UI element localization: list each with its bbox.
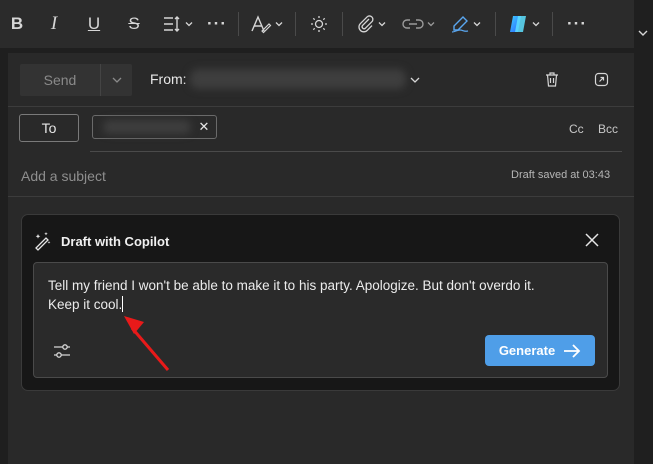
toolbar-divider [342, 12, 343, 36]
italic-button[interactable]: I [34, 8, 74, 40]
prompt-line-1: Tell my friend I won't be able to make i… [48, 278, 535, 293]
send-options-button[interactable] [101, 64, 132, 96]
strikethrough-button[interactable]: S [114, 8, 154, 40]
annotation-arrow-icon [124, 316, 170, 371]
magic-pen-icon [35, 232, 51, 251]
recipient-chip[interactable]: ✕ [92, 115, 217, 139]
from-label: From: [150, 71, 187, 87]
link-icon [402, 19, 424, 29]
remove-recipient-close-icon[interactable]: ✕ [196, 119, 212, 135]
send-button[interactable]: Send [20, 64, 100, 96]
chevron-down-icon [427, 22, 435, 27]
chevron-down-icon [532, 22, 540, 27]
toolbar-divider [495, 12, 496, 36]
styles-button[interactable] [245, 8, 289, 40]
generate-label: Generate [498, 343, 556, 358]
bcc-button[interactable]: Bcc [598, 122, 618, 136]
to-field-underline [90, 151, 622, 152]
subject-input[interactable]: Add a subject [21, 168, 106, 184]
text-style-icon [251, 15, 272, 34]
toolbar-divider [295, 12, 296, 36]
from-chevron-down-icon[interactable] [409, 74, 421, 86]
pop-out-icon[interactable] [594, 72, 609, 87]
cc-button[interactable]: Cc [569, 122, 584, 136]
attach-file-button[interactable] [349, 8, 395, 40]
formatting-toolbar: B I U S ··· ··· [0, 0, 634, 48]
chevron-down-icon [112, 77, 121, 83]
underline-button[interactable]: U [74, 8, 114, 40]
copilot-title: Draft with Copilot [61, 234, 170, 249]
delete-draft-icon[interactable] [544, 71, 560, 88]
send-split-button: Send [20, 64, 132, 96]
recipient-name-redacted [103, 120, 191, 134]
more-options-button[interactable]: ··· [559, 8, 595, 40]
from-address-redacted[interactable] [190, 69, 406, 89]
chevron-down-icon [185, 22, 193, 27]
expand-ribbon-chevron-icon[interactable] [636, 26, 650, 40]
signature-button[interactable] [443, 8, 489, 40]
draft-saved-status: Draft saved at 03:43 [511, 169, 611, 181]
subject-divider [8, 196, 634, 197]
chevron-down-icon [275, 22, 283, 27]
adjust-settings-icon[interactable] [52, 341, 72, 361]
close-icon[interactable] [583, 231, 601, 249]
to-button[interactable]: To [19, 114, 79, 142]
header-divider [8, 106, 634, 107]
pen-signature-icon [451, 16, 469, 33]
toolbar-divider [552, 12, 553, 36]
immersive-reader-button[interactable] [302, 8, 336, 40]
arrow-right-icon [564, 343, 581, 358]
insert-link-button[interactable] [395, 8, 443, 40]
generate-button[interactable]: Generate [485, 335, 595, 366]
chevron-down-icon [378, 22, 386, 27]
bold-button[interactable]: B [0, 8, 34, 40]
sun-icon [311, 16, 327, 32]
paperclip-icon [358, 15, 374, 33]
prompt-line-2: Keep it cool. [48, 297, 123, 312]
line-spacing-icon [164, 16, 180, 32]
chevron-down-icon [473, 22, 481, 27]
line-spacing-button[interactable] [154, 8, 202, 40]
copilot-icon [510, 16, 526, 32]
copilot-button[interactable] [502, 8, 546, 40]
more-formatting-button[interactable]: ··· [202, 8, 232, 40]
toolbar-divider [238, 12, 239, 36]
